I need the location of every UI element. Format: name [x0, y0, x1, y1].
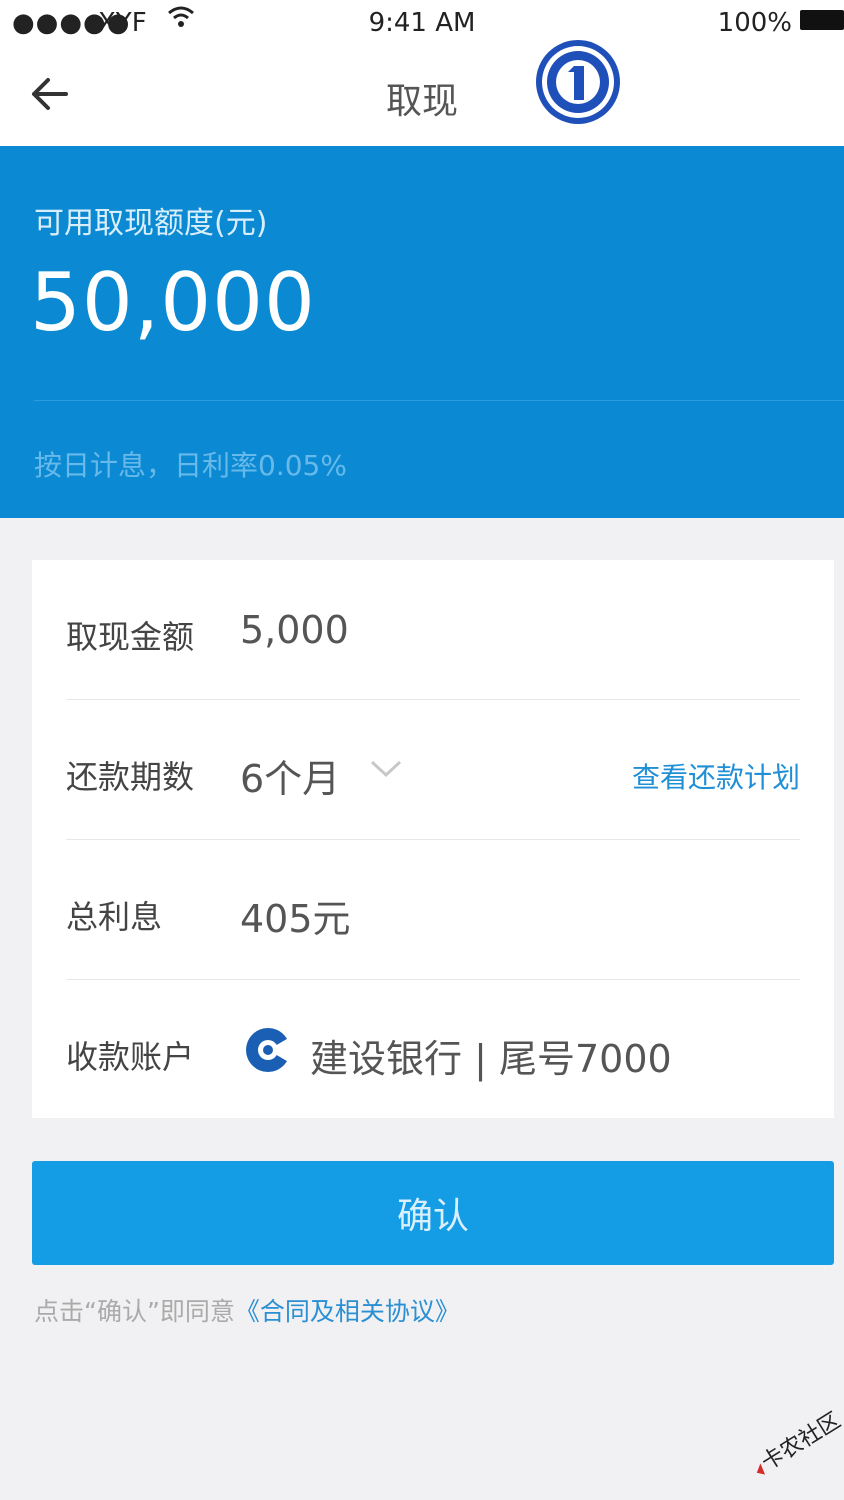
agreement-prefix: 点击“确认”即同意 — [34, 1297, 235, 1326]
interest-rate-note: 按日计息，日利率0.05% — [34, 449, 347, 482]
hero-divider — [34, 400, 844, 401]
contract-agreement-link[interactable]: 《合同及相关协议》 — [235, 1297, 460, 1326]
status-bar: ●●●●● XYF 9:41 AM 100% — [0, 0, 844, 46]
chevron-down-icon[interactable] — [368, 756, 404, 780]
ccb-bank-icon — [244, 1026, 292, 1074]
community-watermark-logo: 卡农社区 — [740, 1408, 844, 1482]
total-interest-value: 405元 — [240, 897, 351, 941]
interest-row: 总利息 405元 — [32, 840, 834, 980]
account-label: 收款账户 — [66, 1038, 195, 1076]
amount-row[interactable]: 取现金额 5,000 — [32, 560, 834, 700]
term-select[interactable]: 6个月 — [240, 748, 340, 803]
term-row[interactable]: 还款期数 6个月 查看还款计划 — [32, 700, 834, 840]
total-interest-label: 总利息 — [66, 898, 163, 936]
watermark-text: 卡农社区 — [757, 1410, 844, 1476]
battery-icon — [800, 10, 844, 30]
credit-limit-panel: 可用取现额度(元) 50,000 按日计息，日利率0.05% — [0, 146, 844, 518]
navigation-bar: 取现 — [0, 40, 844, 146]
available-limit-label: 可用取现额度(元) — [34, 206, 268, 241]
view-repayment-plan-link[interactable]: 查看还款计划 — [632, 756, 800, 796]
available-limit-amount: 50,000 — [30, 256, 316, 349]
amount-label: 取现金额 — [66, 618, 195, 656]
confirm-button[interactable]: 确认 — [32, 1161, 834, 1265]
battery-percentage: 100% — [717, 8, 792, 38]
page-title: 取现 — [385, 81, 458, 122]
term-label: 还款期数 — [66, 758, 195, 796]
withdraw-form-card: 取现金额 5,000 还款期数 6个月 查看还款计划 总利息 405元 收款账户… — [32, 560, 834, 1118]
bank-account-value[interactable]: 建设银行 | 尾号7000 — [310, 1028, 672, 1083]
account-row[interactable]: 收款账户 建设银行 | 尾号7000 — [32, 980, 834, 1120]
agreement-note: 点击“确认”即同意《合同及相关协议》 — [34, 1292, 460, 1328]
amount-input[interactable]: 5,000 — [240, 608, 349, 652]
brand-logo-icon — [534, 38, 622, 126]
